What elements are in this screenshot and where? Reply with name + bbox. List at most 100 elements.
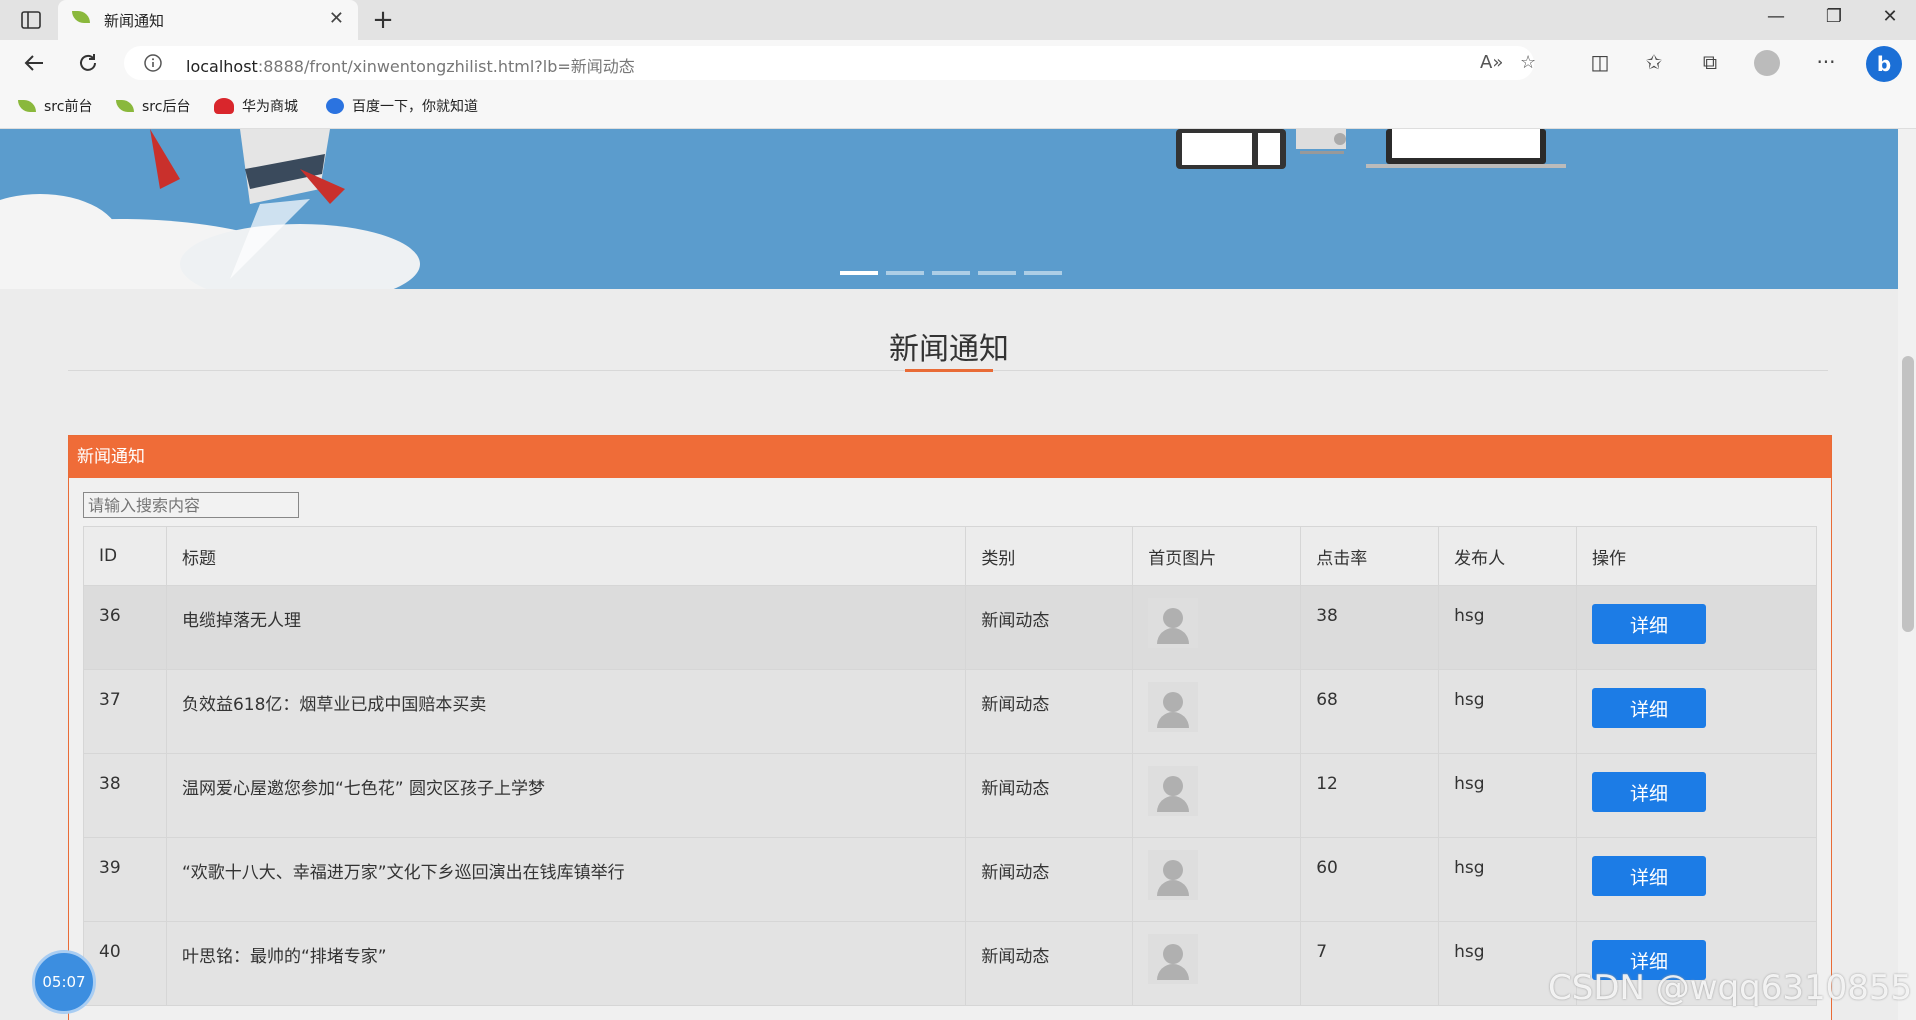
table-header-row: ID 标题 类别 首页图片 点击率 发布人 操作 (83, 526, 1817, 586)
detail-button[interactable]: 详细 (1592, 604, 1707, 644)
favorites-icon[interactable]: ✩ (1640, 50, 1668, 74)
read-aloud-icon[interactable]: A» (1480, 52, 1503, 73)
cell-action: 详细 (1576, 669, 1817, 754)
active-tab[interactable]: 新闻通知 ✕ (58, 0, 358, 40)
user-placeholder-icon (1148, 766, 1199, 816)
url-text: localhost:8888/front/xinwentongzhilist.h… (186, 57, 635, 76)
table-row: 36 电缆掉落无人理 新闻动态 38 hsg 详细 (83, 585, 1817, 670)
cell-category: 新闻动态 (965, 921, 1134, 1006)
cell-clicks: 7 (1300, 921, 1440, 1006)
close-window-icon[interactable]: ✕ (1870, 6, 1910, 27)
bookmark-baidu[interactable]: 百度一下，你就知道 (326, 96, 478, 116)
tab-actions-icon[interactable] (18, 8, 44, 32)
back-icon[interactable] (18, 48, 50, 78)
cell-image (1132, 669, 1302, 754)
bing-copilot-icon[interactable]: b (1866, 46, 1902, 82)
floating-clock[interactable]: 05:07 (32, 950, 96, 1014)
cell-category: 新闻动态 (965, 669, 1134, 754)
news-table: ID 标题 类别 首页图片 点击率 发布人 操作 36 电缆掉落无人理 新闻动态… (83, 526, 1817, 1006)
cell-title: “欢歌十八大、幸福进万家”文化下乡巡回演出在钱库镇举行 (165, 837, 967, 922)
cell-image (1132, 921, 1302, 1006)
cell-publisher: hsg (1438, 669, 1578, 754)
leaf-icon (72, 11, 90, 23)
cell-id: 39 (83, 837, 167, 922)
more-menu-icon[interactable]: ··· (1812, 50, 1840, 74)
news-panel: 新闻通知 ID 标题 类别 首页图片 点击率 发布人 操作 36 (68, 435, 1832, 1020)
cell-image (1132, 753, 1302, 838)
bookmark-src-front[interactable]: src前台 (18, 96, 92, 116)
banner-illustration (0, 129, 1566, 289)
site-info-icon[interactable] (144, 54, 162, 76)
new-tab-icon[interactable]: + (368, 5, 398, 35)
header-id: ID (83, 526, 167, 586)
cell-title: 叶思铭：最帅的“排堵专家” (165, 921, 967, 1006)
carousel-dot[interactable] (840, 271, 878, 275)
banner-carousel (0, 129, 1898, 289)
scrollbar-thumb[interactable] (1902, 356, 1914, 632)
cell-publisher: hsg (1438, 585, 1578, 670)
user-placeholder-icon (1148, 598, 1199, 648)
carousel-dot[interactable] (1024, 271, 1062, 275)
cell-id: 40 (83, 921, 167, 1006)
cell-category: 新闻动态 (965, 837, 1134, 922)
cell-category: 新闻动态 (965, 585, 1134, 670)
tab-title: 新闻通知 (104, 12, 165, 30)
carousel-indicators (840, 271, 1062, 275)
cell-id: 37 (83, 669, 167, 754)
cell-category: 新闻动态 (965, 753, 1134, 838)
panel-title: 新闻通知 (69, 436, 1831, 478)
cell-title: 电缆掉落无人理 (165, 585, 967, 670)
header-publisher: 发布人 (1438, 526, 1578, 586)
split-screen-icon[interactable]: ◫ (1586, 50, 1614, 74)
cell-clicks: 12 (1300, 753, 1440, 838)
refresh-icon[interactable] (72, 48, 104, 78)
cell-clicks: 60 (1300, 837, 1440, 922)
cell-title: 负效益618亿：烟草业已成中国赔本买卖 (165, 669, 967, 754)
user-placeholder-icon (1148, 682, 1199, 732)
watermark: CSDN @wqq6310855 (1548, 968, 1913, 1008)
table-row: 37 负效益618亿：烟草业已成中国赔本买卖 新闻动态 68 hsg 详细 (83, 669, 1817, 754)
detail-button[interactable]: 详细 (1592, 856, 1707, 896)
minimize-icon[interactable]: — (1756, 6, 1796, 27)
cell-image (1132, 837, 1302, 922)
tab-strip: 新闻通知 ✕ + — ❐ ✕ (0, 0, 1916, 40)
detail-button[interactable]: 详细 (1592, 688, 1707, 728)
cell-id: 38 (83, 753, 167, 838)
cell-id: 36 (83, 585, 167, 670)
user-placeholder-icon (1148, 934, 1199, 984)
cell-publisher: hsg (1438, 837, 1578, 922)
address-toolbar: localhost:8888/front/xinwentongzhilist.h… (0, 40, 1916, 86)
collections-icon[interactable]: ⧉ (1696, 50, 1724, 74)
header-title: 标题 (165, 526, 967, 586)
search-input[interactable] (83, 492, 299, 518)
table-row: 39 “欢歌十八大、幸福进万家”文化下乡巡回演出在钱库镇举行 新闻动态 60 h… (83, 837, 1817, 922)
bookmarks-bar: src前台 src后台 华为商城 百度一下，你就知道 (0, 86, 1916, 129)
bookmark-src-back[interactable]: src后台 (116, 96, 190, 116)
table-row: 38 温网爱心屋邀您参加“七色花” 圆灾区孩子上学梦 新闻动态 12 hsg 详… (83, 753, 1817, 838)
header-category: 类别 (965, 526, 1134, 586)
cell-action: 详细 (1576, 585, 1817, 670)
address-bar[interactable]: localhost:8888/front/xinwentongzhilist.h… (124, 46, 1536, 80)
cell-clicks: 68 (1300, 669, 1440, 754)
detail-button[interactable]: 详细 (1592, 772, 1707, 812)
carousel-dot[interactable] (932, 271, 970, 275)
cell-publisher: hsg (1438, 753, 1578, 838)
cell-action: 详细 (1576, 753, 1817, 838)
header-image: 首页图片 (1132, 526, 1302, 586)
title-underline (905, 369, 993, 372)
add-favorite-icon[interactable]: ☆ (1520, 52, 1536, 73)
carousel-dot[interactable] (886, 271, 924, 275)
leaf-icon (116, 100, 134, 112)
header-action: 操作 (1576, 526, 1817, 586)
user-placeholder-icon (1148, 850, 1199, 900)
section-title: 新闻通知 (889, 332, 1009, 367)
close-tab-icon[interactable]: ✕ (329, 8, 344, 29)
cell-title: 温网爱心屋邀您参加“七色花” 圆灾区孩子上学梦 (165, 753, 967, 838)
baidu-paw-icon (326, 98, 344, 114)
bookmark-huawei[interactable]: 华为商城 (214, 96, 298, 116)
header-clicks: 点击率 (1300, 526, 1440, 586)
profile-avatar[interactable] (1754, 50, 1780, 76)
restore-icon[interactable]: ❐ (1814, 6, 1854, 27)
cell-action: 详细 (1576, 837, 1817, 922)
carousel-dot[interactable] (978, 271, 1016, 275)
